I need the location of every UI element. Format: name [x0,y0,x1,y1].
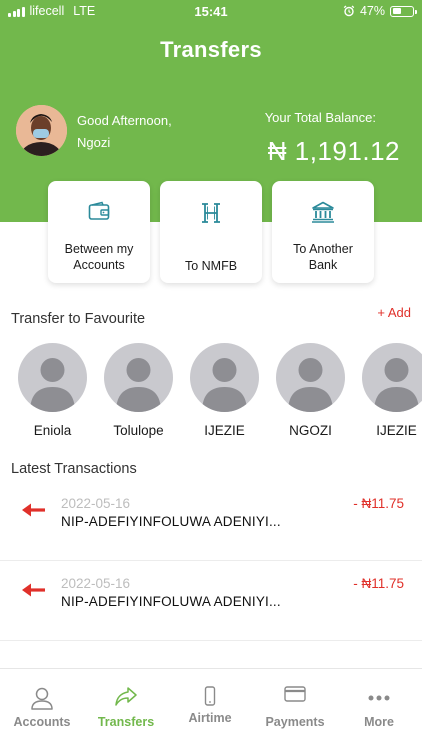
between-accounts-button[interactable]: Between my Accounts [48,181,150,283]
tab-label: Airtime [188,711,232,725]
transaction-row[interactable]: 2022-05-16 NIP-ADEFIYINFOLUWA ADENIYI...… [0,561,422,641]
share-arrow-icon [115,687,137,706]
avatar-placeholder-icon [362,343,422,412]
favourite-item[interactable]: Tolulope [104,343,173,438]
favourite-name: Tolulope [113,423,164,438]
to-nmfb-button[interactable]: To NMFB [160,181,262,283]
user-name: Ngozi [77,135,111,150]
tab-transfers[interactable]: Transfers [84,669,168,750]
between-accounts-label: Between my Accounts [64,242,134,272]
card-icon [284,686,306,702]
balance-value: ₦ 1,191.12 [267,136,400,166]
tab-label: Accounts [13,715,71,729]
avatar[interactable] [16,105,67,156]
favourite-name: NGOZI [289,423,332,438]
person-icon [31,687,53,710]
tab-label: More [364,715,394,729]
favourite-name: IJEZIE [376,423,417,438]
tab-label: Transfers [97,715,155,729]
transaction-date: 2022-05-16 [61,496,131,511]
status-bar: lifecell LTE 15:41 47% [0,0,422,22]
favourite-item[interactable]: IJEZIE [362,343,422,438]
tab-more[interactable]: More [337,669,421,750]
battery-icon [390,5,417,17]
transaction-description: NIP-ADEFIYINFOLUWA ADENIYI... [61,594,281,609]
greeting: Good Afternoon, Ngozi [77,110,172,154]
page-title: Transfers [160,37,262,62]
tab-label: Payments [265,715,325,729]
to-another-bank-button[interactable]: To Another Bank [272,181,374,283]
favourites-title: Transfer to Favourite [11,311,146,327]
nmfb-logo-icon [202,203,220,223]
greeting-text: Good Afternoon, [77,113,172,128]
tab-payments[interactable]: Payments [253,669,337,750]
latest-transactions-title: Latest Transactions [11,461,137,477]
tab-accounts[interactable]: Accounts [0,669,84,750]
bank-icon [312,201,334,223]
to-nmfb-label: To NMFB [184,259,238,273]
debit-arrow-icon [22,583,45,597]
avatar-placeholder-icon [104,343,173,412]
transaction-row[interactable]: 2022-05-16 NIP-ADEFIYINFOLUWA ADENIYI...… [0,481,422,561]
more-dots-icon [368,695,390,701]
battery-percent: 47% [359,4,385,18]
transfer-options: Between my Accounts To NMFB To Another B… [48,181,374,283]
transfers-screen: { "status_bar": { "carrier": "lifecell",… [0,0,422,750]
avatar-placeholder-icon [18,343,87,412]
favourite-item[interactable]: NGOZI [276,343,345,438]
wallet-icon [88,201,110,220]
tab-bar: Accounts Transfers Airtime Payments More [0,668,422,750]
favourite-item[interactable]: Eniola [18,343,87,438]
tab-airtime[interactable]: Airtime [168,669,252,750]
avatar-placeholder-icon [276,343,345,412]
transaction-date: 2022-05-16 [61,576,131,591]
favourites-list: Eniola Tolulope IJEZIE NGOZI IJEZIE [18,343,422,438]
favourite-item[interactable]: IJEZIE [190,343,259,438]
phone-icon [204,686,216,706]
alarm-icon [343,5,355,17]
avatar-placeholder-icon [190,343,259,412]
favourite-name: Eniola [33,423,72,438]
transaction-amount: - ₦11.75 [353,496,404,511]
balance-label: Your Total Balance: [264,110,376,125]
debit-arrow-icon [22,503,45,517]
transaction-amount: - ₦11.75 [353,576,404,591]
to-another-bank-label: To Another Bank [293,242,353,272]
favourite-name: IJEZIE [204,423,245,438]
transaction-description: NIP-ADEFIYINFOLUWA ADENIYI... [61,514,281,529]
add-favourite-button[interactable]: + Add [377,305,411,320]
